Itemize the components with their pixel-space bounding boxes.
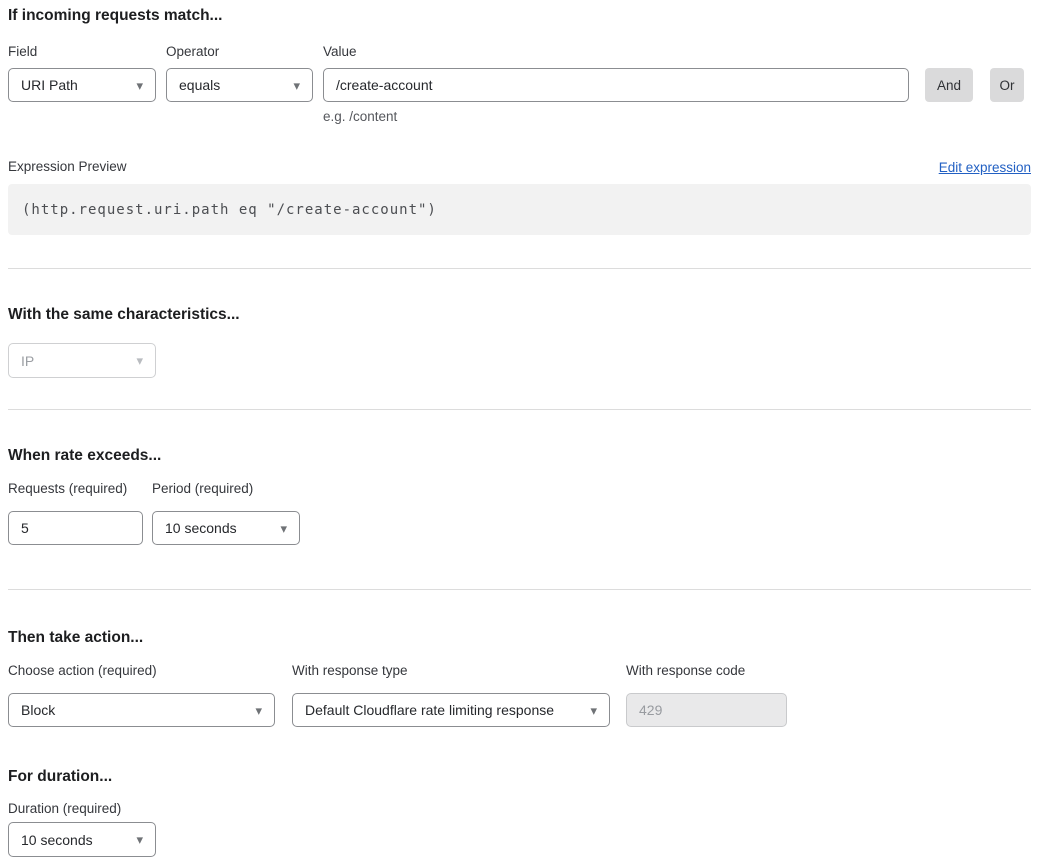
operator-label: Operator: [166, 43, 313, 60]
duration-select-value: 10 seconds: [21, 832, 93, 848]
response-type-select[interactable]: Default Cloudflare rate limiting respons…: [292, 693, 610, 727]
duration-section-heading: For duration...: [8, 768, 1031, 786]
choose-action-label: Choose action (required): [8, 662, 275, 679]
chevron-down-icon: ▾: [590, 704, 597, 717]
characteristic-select: IP ▾: [8, 343, 156, 378]
chevron-down-icon: ▾: [255, 704, 262, 717]
operator-select-value: equals: [179, 77, 220, 93]
requests-input[interactable]: [8, 511, 143, 545]
choose-action-field-group: Choose action (required) Block ▾: [8, 662, 275, 727]
match-controls-row: URI Path ▾ equals ▾ And Or: [8, 68, 1031, 102]
value-helper-text: e.g. /content: [323, 108, 1031, 125]
period-select-value: 10 seconds: [165, 520, 237, 536]
requests-label: Requests (required): [8, 480, 143, 497]
duration-label: Duration (required): [8, 800, 1031, 817]
rate-controls-row: Requests (required) Period (required) 10…: [8, 480, 1031, 545]
response-code-input: [626, 693, 787, 727]
field-label: Field: [8, 43, 156, 60]
response-code-field-group: With response code: [626, 662, 787, 727]
response-code-label: With response code: [626, 662, 787, 679]
section-divider: [8, 409, 1031, 410]
value-input-wrap: [323, 68, 909, 102]
match-labels-row: Field Operator Value: [8, 43, 1031, 60]
period-select[interactable]: 10 seconds ▾: [152, 511, 300, 545]
choose-action-select-value: Block: [21, 702, 55, 718]
period-field-group: Period (required) 10 seconds ▾: [152, 480, 300, 545]
field-select[interactable]: URI Path ▾: [8, 68, 156, 102]
section-divider: [8, 589, 1031, 590]
field-select-value: URI Path: [21, 77, 78, 93]
expression-preview-label: Expression Preview: [8, 158, 127, 175]
characteristics-section-heading: With the same characteristics...: [8, 306, 1031, 324]
rate-section-heading: When rate exceeds...: [8, 447, 1031, 465]
duration-select[interactable]: 10 seconds ▾: [8, 822, 156, 857]
response-type-label: With response type: [292, 662, 610, 679]
response-type-field-group: With response type Default Cloudflare ra…: [292, 662, 610, 727]
match-section-heading: If incoming requests match...: [8, 7, 1031, 25]
requests-field-group: Requests (required): [8, 480, 143, 545]
value-input[interactable]: [323, 68, 909, 102]
choose-action-select[interactable]: Block ▾: [8, 693, 275, 727]
characteristic-select-value: IP: [21, 353, 34, 369]
action-controls-row: Choose action (required) Block ▾ With re…: [8, 662, 1031, 727]
edit-expression-link[interactable]: Edit expression: [939, 160, 1031, 175]
operator-select[interactable]: equals ▾: [166, 68, 313, 102]
chevron-down-icon: ▾: [136, 833, 143, 846]
rate-limiting-rule-form: If incoming requests match... Field Oper…: [0, 0, 1048, 857]
period-label: Period (required): [152, 480, 300, 497]
chevron-down-icon: ▾: [293, 79, 300, 92]
or-button[interactable]: Or: [990, 68, 1024, 102]
chevron-down-icon: ▾: [136, 79, 143, 92]
response-type-select-value: Default Cloudflare rate limiting respons…: [305, 702, 554, 718]
and-button[interactable]: And: [925, 68, 973, 102]
chevron-down-icon: ▾: [280, 522, 287, 535]
section-divider: [8, 268, 1031, 269]
chevron-down-icon: ▾: [136, 354, 143, 367]
action-section-heading: Then take action...: [8, 629, 1031, 647]
expression-preview-code: (http.request.uri.path eq "/create-accou…: [8, 184, 1031, 235]
expression-preview-header: Expression Preview Edit expression: [8, 158, 1031, 175]
value-label: Value: [323, 43, 909, 60]
